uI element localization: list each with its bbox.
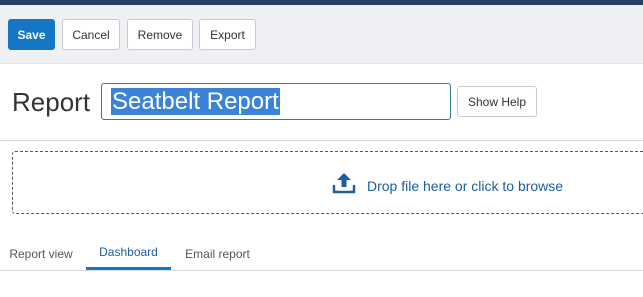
page-title-label: Report <box>12 87 91 117</box>
tab-report-view[interactable]: Report view <box>0 237 82 270</box>
tabs-divider <box>0 270 643 271</box>
export-button[interactable]: Export <box>199 19 256 50</box>
dropzone-content: Drop file here or click to browse <box>331 170 563 201</box>
cancel-button[interactable]: Cancel <box>62 19 120 50</box>
header-divider <box>0 140 643 141</box>
tab-dashboard[interactable]: Dashboard <box>86 237 171 270</box>
file-dropzone[interactable]: Drop file here or click to browse <box>12 151 643 214</box>
remove-button[interactable]: Remove <box>127 19 193 50</box>
action-toolbar: Save Cancel Remove Export <box>0 5 643 64</box>
show-help-button[interactable]: Show Help <box>457 86 537 117</box>
save-button[interactable]: Save <box>8 19 55 50</box>
upload-icon <box>331 170 357 201</box>
dropzone-text: Drop file here or click to browse <box>367 177 564 194</box>
tab-email-report[interactable]: Email report <box>175 237 260 270</box>
report-name-value[interactable]: Seatbelt Report <box>111 88 280 115</box>
report-name-input[interactable]: Seatbelt Report <box>101 83 451 120</box>
report-tabs: Report view Dashboard Email report <box>0 237 643 270</box>
